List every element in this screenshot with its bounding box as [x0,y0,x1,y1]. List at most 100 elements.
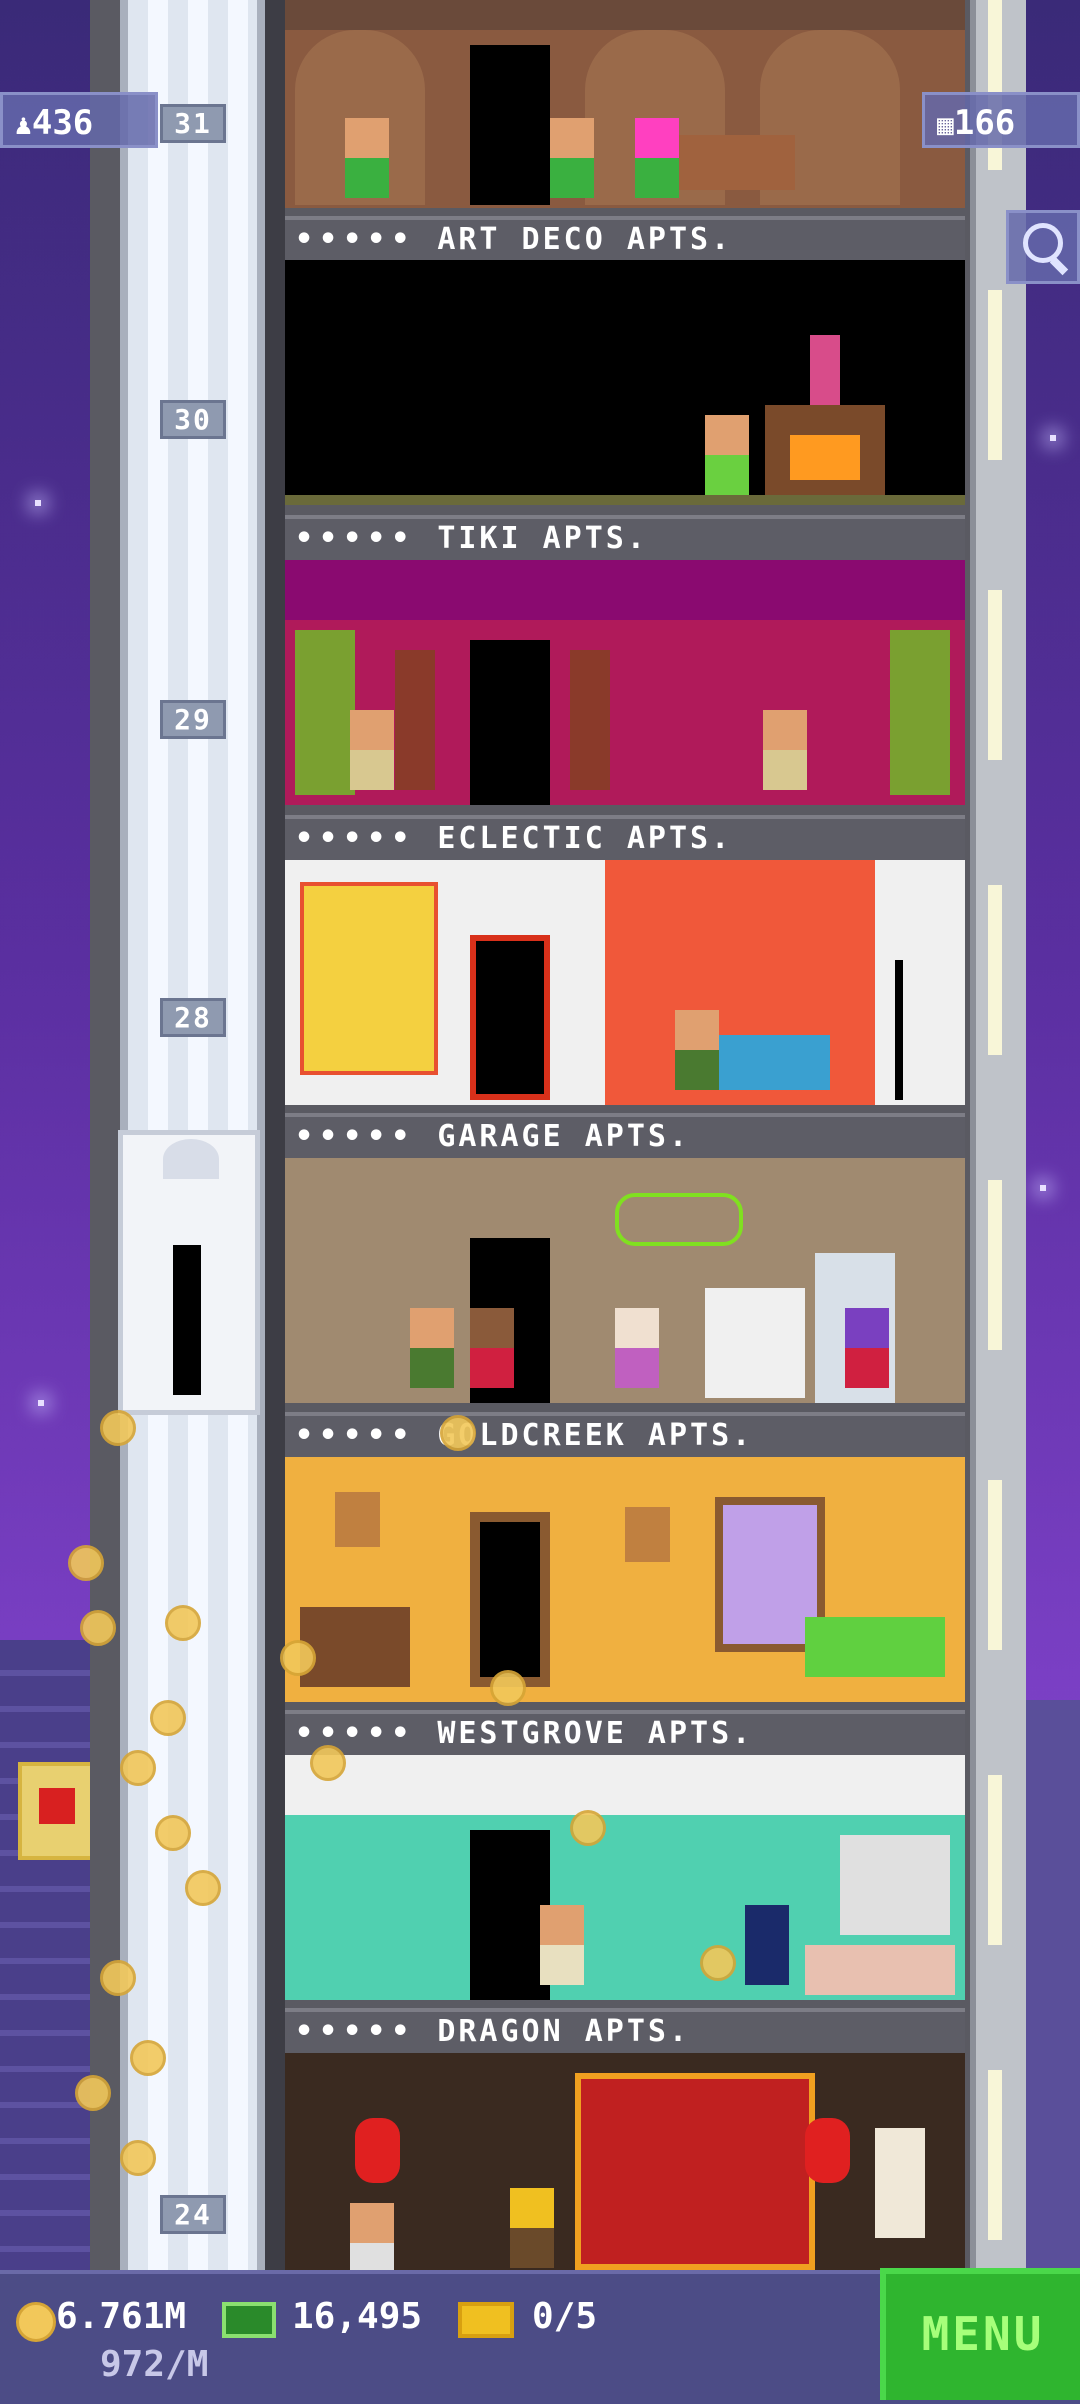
plant [295,630,355,795]
rail-light [988,290,1002,460]
floor-sign-label: ART DECO APTS. [437,222,733,257]
floor-count-value: 166 [953,103,1016,143]
rating-stars: ••••• [295,1119,416,1154]
coin-icon [165,1605,201,1641]
scroll-banner [875,2128,925,2238]
coins-value: 6.761M [56,2296,187,2337]
floor-sign-label: DRAGON APTS. [437,2014,691,2049]
room-tiki[interactable] [285,560,965,805]
room-garage[interactable] [285,1158,965,1403]
coin-icon [120,1750,156,1786]
picture-frame [625,1507,670,1562]
rating-stars: ••••• [295,821,416,856]
bux-value: 16,495 [292,2296,423,2337]
floor-sign-label: TIKI APTS. [437,521,648,556]
wall-painting [300,882,438,1075]
door [470,1512,550,1687]
sky-star [1040,1185,1046,1191]
rating-stars: ••••• [295,1716,416,1751]
sky-star [1050,435,1056,441]
menu-button[interactable]: MENU [880,2268,1080,2400]
bicycle [615,1193,743,1246]
floor-sign-label: WESTGROVE APTS. [437,1716,754,1751]
resident[interactable] [550,118,594,198]
rating-stars: ••••• [295,521,416,556]
rail-light [988,885,1002,1055]
population-value: 436 [31,103,94,143]
resident[interactable] [763,710,807,790]
resident[interactable] [635,118,679,198]
tv [300,1607,410,1687]
room-eclectic[interactable] [285,860,965,1105]
dragon-tapestry [575,2073,815,2270]
rail-light [988,590,1002,760]
sky-star [38,1400,44,1406]
floor-number: 24 [160,2195,226,2234]
coin-icon [68,1545,104,1581]
floor-number: 28 [160,998,226,1037]
rail-light [988,1480,1002,1650]
resident[interactable] [470,1308,514,1388]
flower-vase [810,335,840,405]
tiki-statue [395,650,435,790]
plant [890,630,950,795]
kitchen-cabinet [840,1835,950,1935]
coin-icon [185,1870,221,1906]
floor-sign[interactable]: ••••• GOLDCREEK APTS. [285,1412,965,1458]
coin-icon [80,1610,116,1646]
floor-sign[interactable]: ••••• DRAGON APTS. [285,2008,965,2054]
coin-icon [280,1640,316,1676]
floor-sign[interactable]: ••••• GARAGE APTS. [285,1113,965,1159]
resident[interactable] [510,2188,554,2268]
room-art-deco[interactable] [285,260,965,505]
resident[interactable] [845,1308,889,1388]
floor-number: 31 [160,104,226,143]
building-icon: ▦ [937,108,954,141]
resident[interactable] [675,1010,719,1090]
resident[interactable] [345,118,389,198]
room-dragon[interactable] [285,2053,965,2270]
coin-icon [75,2075,111,2111]
floor-sign-label: GARAGE APTS. [437,1119,691,1154]
coin-icon [490,1670,526,1706]
magnifier-button[interactable] [1006,210,1080,284]
person-icon: ♟ [15,108,32,141]
resident[interactable] [350,710,394,790]
elevator-door [173,1245,201,1395]
population-counter[interactable]: ♟436 [0,92,158,148]
floor-number: 29 [160,700,226,739]
resident[interactable] [745,1905,789,1985]
door [470,1830,550,2000]
rail-light [988,1180,1002,1350]
resident[interactable] [705,415,749,495]
fireplace [765,405,885,495]
floor-lamp [895,960,903,1100]
coin-icon [440,1415,476,1451]
room-westgrove[interactable] [285,1755,965,2000]
bux-icon [222,2302,276,2338]
floor-sign[interactable]: ••••• TIKI APTS. [285,515,965,561]
coin-icon [310,1745,346,1781]
lantern [355,2118,400,2183]
coin-icon [700,1945,736,1981]
counter [805,1945,955,1995]
floor-sign[interactable]: ••••• ART DECO APTS. [285,216,965,262]
elevator-car[interactable] [118,1130,260,1415]
resident[interactable] [350,2203,394,2270]
floor-counter[interactable]: ▦166 [922,92,1080,148]
room-goldcreek[interactable] [285,1457,965,1702]
resident[interactable] [410,1308,454,1388]
resident[interactable] [540,1905,584,1985]
floor-sign[interactable]: ••••• WESTGROVE APTS. [285,1710,965,1756]
sofa [805,1617,945,1677]
rating-stars: ••••• [295,2014,416,2049]
coin-icon [150,1700,186,1736]
resident[interactable] [615,1308,659,1388]
picture-frame [335,1492,380,1547]
room-floor-31[interactable] [285,0,965,208]
coin-icon [570,1810,606,1846]
coins-rate: 972/M [100,2344,209,2385]
sofa [705,1035,830,1090]
floor-sign[interactable]: ••••• ECLECTIC APTS. [285,815,965,861]
coin-icon [100,1960,136,1996]
